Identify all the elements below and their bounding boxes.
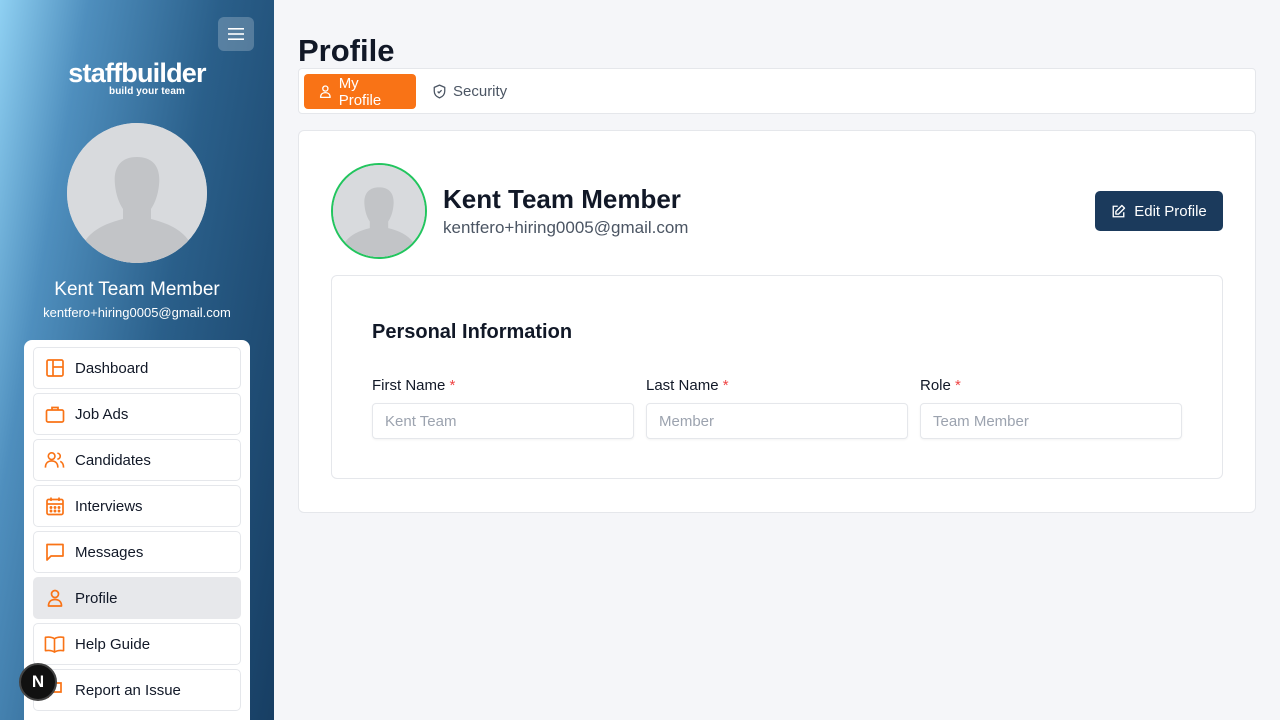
edit-profile-button[interactable]: Edit Profile	[1095, 191, 1223, 231]
user-icon	[319, 85, 331, 99]
sidebar: staffbuilder build your team Kent Team M…	[0, 0, 274, 720]
tab-label: Security	[453, 83, 508, 100]
brand-tagline: build your team	[109, 86, 185, 97]
layout-icon	[44, 358, 65, 379]
users-icon	[44, 450, 65, 471]
calendar-icon	[44, 496, 65, 517]
first-name-label: First Name *	[372, 376, 455, 396]
required-marker: *	[449, 377, 456, 394]
field-label-text: Role	[920, 377, 951, 394]
page-title: Profile	[298, 33, 395, 68]
edit-icon	[1112, 204, 1126, 217]
tab-security[interactable]: Security	[421, 74, 519, 109]
book-icon	[44, 634, 65, 655]
sidebar-item-label: Profile	[75, 589, 118, 607]
first-name-field[interactable]	[372, 403, 634, 439]
hamburger-icon	[228, 28, 244, 40]
sidebar-item-candidates[interactable]: Candidates	[33, 439, 241, 481]
message-icon	[44, 542, 65, 563]
shield-icon	[433, 84, 446, 99]
brand-logo: staffbuilder build your team	[0, 58, 274, 97]
tab-label: My Profile	[338, 74, 382, 109]
sidebar-user-name: Kent Team Member	[54, 279, 220, 300]
user-silhouette-icon	[67, 123, 207, 263]
sidebar-item-job-ads[interactable]: Job Ads	[33, 393, 241, 435]
briefcase-icon	[44, 404, 65, 425]
sidebar-item-help-guide[interactable]: Help Guide	[33, 623, 241, 665]
sidebar-item-label: Help Guide	[75, 635, 151, 653]
user-icon	[44, 588, 65, 609]
profile-email: kentfero+hiring0005@gmail.com	[443, 218, 689, 237]
sidebar-item-label: Dashboard	[75, 359, 149, 377]
profile-name: Kent Team Member	[443, 184, 681, 214]
personal-information-card: Personal Information First Name * Last N…	[331, 275, 1223, 479]
sidebar-item-label: Candidates	[75, 451, 151, 469]
field-label-text: First Name	[372, 377, 446, 394]
sidebar-user-email: kentfero+hiring0005@gmail.com	[43, 305, 231, 320]
sidebar-item-profile[interactable]: Profile	[33, 577, 241, 619]
section-title: Personal Information	[372, 321, 573, 343]
sidebar-item-label: Report an Issue	[75, 681, 181, 699]
menu-toggle-button[interactable]	[218, 17, 254, 51]
role-label: Role *	[920, 376, 961, 396]
user-silhouette-icon	[333, 165, 425, 257]
sidebar-item-interviews[interactable]: Interviews	[33, 485, 241, 527]
sidebar-nav: Dashboard Job Ads Candidates Interviews …	[24, 340, 250, 720]
sidebar-item-label: Job Ads	[75, 405, 129, 423]
role-field[interactable]	[920, 403, 1182, 439]
last-name-field[interactable]	[646, 403, 908, 439]
sidebar-item-messages[interactable]: Messages	[33, 531, 241, 573]
sidebar-avatar	[67, 123, 207, 263]
profile-avatar[interactable]	[331, 163, 427, 259]
required-marker: *	[722, 377, 729, 394]
profile-card: Kent Team Member kentfero+hiring0005@gma…	[298, 130, 1256, 513]
last-name-label: Last Name *	[646, 376, 729, 396]
field-label-text: Last Name	[646, 377, 719, 394]
tab-my-profile[interactable]: My Profile	[304, 74, 416, 109]
required-marker: *	[955, 377, 961, 394]
sidebar-item-report-issue[interactable]: Report an Issue	[33, 669, 241, 711]
sidebar-item-label: Messages	[75, 543, 144, 561]
brand-name: staffbuilder	[68, 58, 206, 88]
nextjs-dev-badge[interactable]: N	[19, 663, 57, 701]
sidebar-item-dashboard[interactable]: Dashboard	[33, 347, 241, 389]
edit-profile-label: Edit Profile	[1134, 202, 1207, 220]
profile-tabs: My Profile Security	[298, 68, 1256, 114]
sidebar-item-label: Interviews	[75, 497, 143, 515]
nextjs-icon: N	[31, 672, 45, 691]
